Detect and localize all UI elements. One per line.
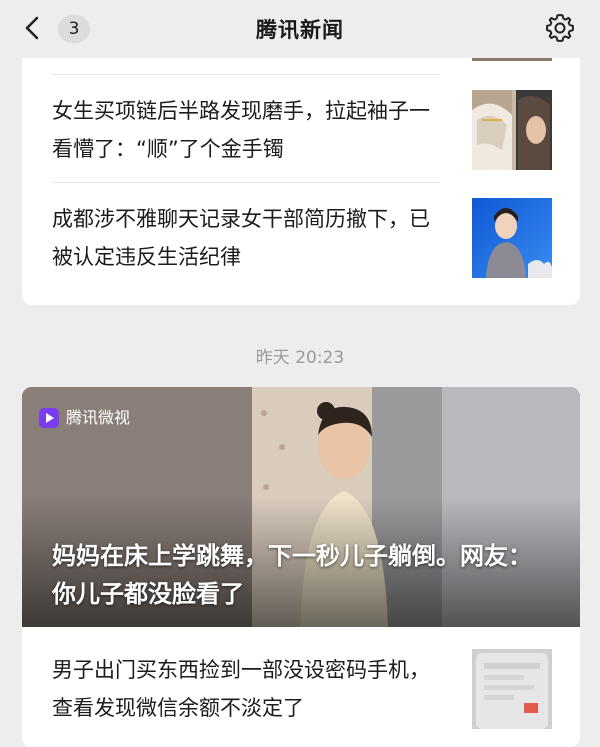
divider: [52, 74, 440, 75]
video-hero[interactable]: 腾讯微视 妈妈在床上学跳舞，下一秒儿子躺倒。网友：你儿子都没脸看了: [22, 387, 580, 627]
news-card: 腾讯微视 妈妈在床上学跳舞，下一秒儿子躺倒。网友：你儿子都没脸看了 男子出门买东…: [22, 387, 580, 747]
top-bar: 3 腾讯新闻: [0, 0, 600, 58]
timestamp-label: 昨天 20:23: [255, 348, 345, 368]
news-thumbnail[interactable]: [472, 649, 552, 729]
divider: [52, 182, 440, 183]
news-title[interactable]: 男子出门买东西捡到一部没设密码手机，查看发现微信余额不淡定了: [52, 651, 437, 727]
gear-icon[interactable]: [544, 12, 576, 44]
news-thumbnail[interactable]: [472, 90, 552, 170]
news-title[interactable]: 成都涉不雅聊天记录女干部简历撤下，已被认定违反生活纪律: [52, 200, 437, 276]
news-card: 女生买项链后半路发现磨手，拉起袖子一看懵了：“顺”了个金手镯 成都涉不雅聊天记录…: [22, 58, 580, 305]
news-thumbnail[interactable]: [472, 198, 552, 278]
page-title: 腾讯新闻: [256, 18, 344, 42]
source-name: 腾讯微视: [66, 408, 131, 427]
news-title[interactable]: 女生买项链后半路发现磨手，拉起袖子一看懵了：“顺”了个金手镯: [52, 92, 437, 168]
thumbnail-partial: [472, 58, 552, 61]
hero-title[interactable]: 妈妈在床上学跳舞，下一秒儿子躺倒。网友：你儿子都没脸看了: [52, 537, 552, 613]
video-app-icon: [39, 408, 59, 428]
